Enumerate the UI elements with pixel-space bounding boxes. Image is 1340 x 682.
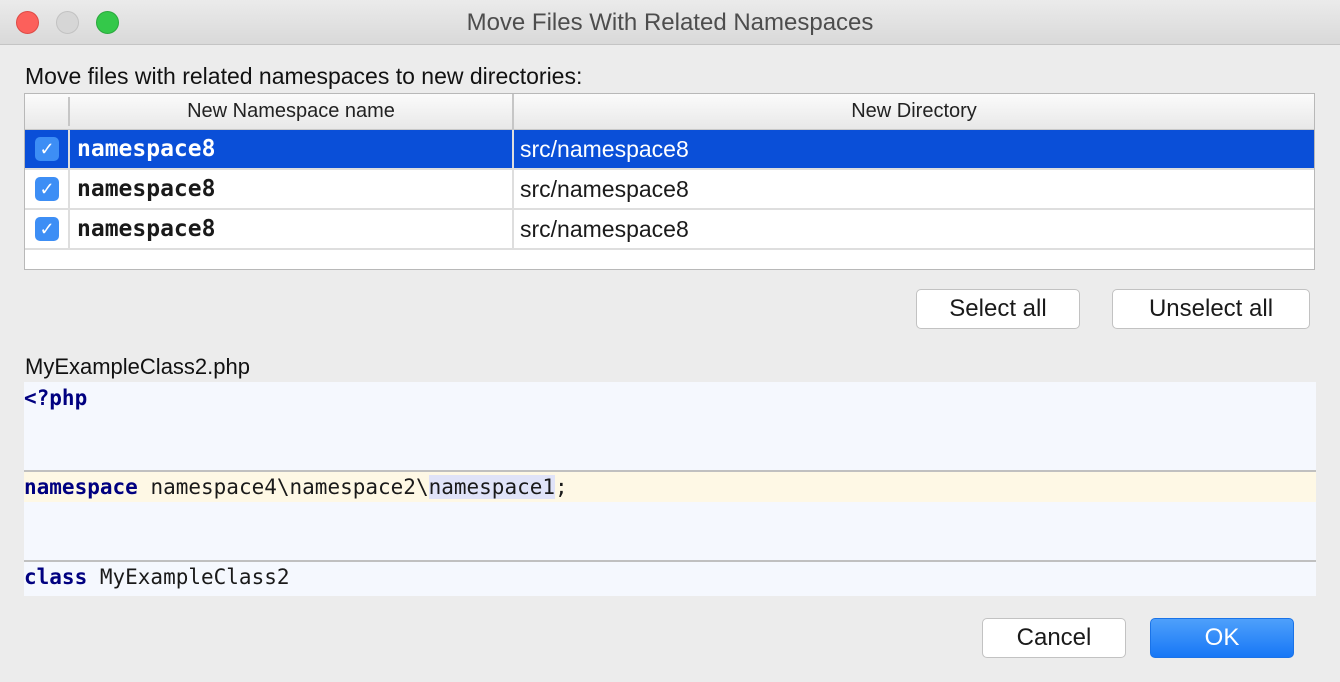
table-header: New Namespace name New Directory <box>25 94 1314 130</box>
row-checkbox[interactable]: ✓ <box>35 217 59 241</box>
row-checkbox[interactable]: ✓ <box>35 137 59 161</box>
checkbox-cell: ✓ <box>25 210 70 248</box>
title-bar: Move Files With Related Namespaces <box>0 0 1340 45</box>
namespace-cell[interactable]: namespace8 <box>70 130 514 168</box>
code-line: <?php <box>24 383 1316 413</box>
code-line-highlighted: namespace namespace4\namespace2\namespac… <box>24 472 1316 502</box>
column-header-directory[interactable]: New Directory <box>514 94 1314 129</box>
namespace-terminator: ; <box>555 475 568 499</box>
directory-cell[interactable]: src/namespace8 <box>514 170 1314 208</box>
class-keyword: class <box>24 565 88 589</box>
row-checkbox[interactable]: ✓ <box>35 177 59 201</box>
namespace-highlight: namespace1 <box>428 475 556 499</box>
namespace-path: namespace4\namespace2\ <box>137 475 429 499</box>
code-preview: <?php namespace namespace4\namespace2\na… <box>24 382 1316 596</box>
table-row[interactable]: ✓ namespace8 src/namespace8 <box>25 210 1314 250</box>
table-row[interactable]: ✓ namespace8 src/namespace8 <box>25 130 1314 170</box>
column-header-checkbox[interactable] <box>25 97 70 126</box>
intro-label: Move files with related namespaces to ne… <box>25 63 583 89</box>
column-header-namespace[interactable]: New Namespace name <box>70 94 514 129</box>
code-line: class MyExampleClass2 <box>24 562 1316 592</box>
cancel-button[interactable]: Cancel <box>982 618 1126 658</box>
ok-button[interactable]: OK <box>1150 618 1294 658</box>
namespace-cell[interactable]: namespace8 <box>70 170 514 208</box>
namespace-keyword: namespace <box>24 475 138 499</box>
php-open-tag: <?php <box>24 386 88 410</box>
namespaces-table: New Namespace name New Directory ✓ names… <box>24 93 1315 270</box>
unselect-all-button[interactable]: Unselect all <box>1112 289 1310 329</box>
checkbox-cell: ✓ <box>25 130 70 168</box>
directory-cell[interactable]: src/namespace8 <box>514 130 1314 168</box>
window-title: Move Files With Related Namespaces <box>466 9 874 36</box>
class-name: MyExampleClass2 <box>87 565 290 589</box>
preview-filename: MyExampleClass2.php <box>25 354 250 379</box>
directory-cell[interactable]: src/namespace8 <box>514 210 1314 248</box>
namespace-cell[interactable]: namespace8 <box>70 210 514 248</box>
select-all-button[interactable]: Select all <box>916 289 1080 329</box>
checkbox-cell: ✓ <box>25 170 70 208</box>
table-row[interactable]: ✓ namespace8 src/namespace8 <box>25 170 1314 210</box>
